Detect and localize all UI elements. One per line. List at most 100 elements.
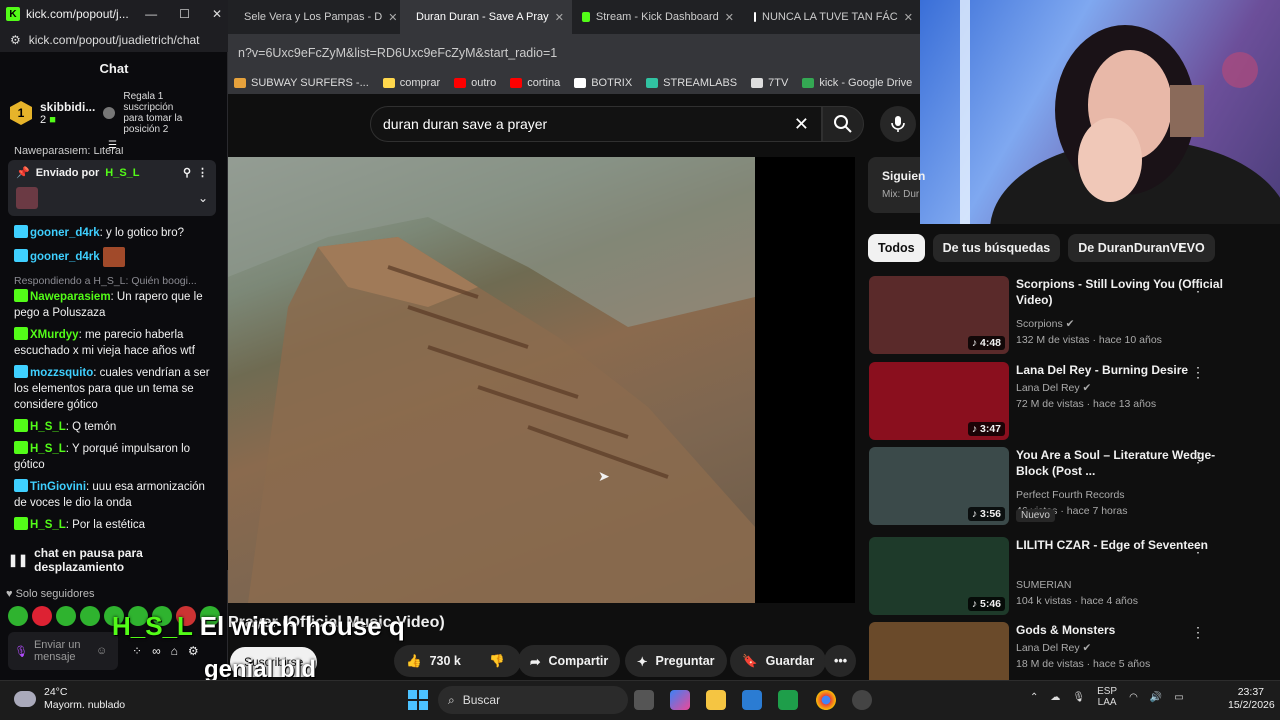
browser-tab[interactable]: NUNCA LA TUVE TAN FÁC ✕ [744,0,916,34]
chat-username[interactable]: Naweparasiem [30,291,111,303]
more-actions-button[interactable]: ••• [824,645,856,677]
video-thumbnail[interactable]: ♪ 5:46 [869,537,1009,615]
address-bar[interactable]: n?v=6Uxc9eFcZyM&list=RD6Uxc9eFcZyM&start… [228,34,920,72]
chat-username[interactable]: H_S_L [30,519,66,531]
chat-message[interactable]: H_S_L: Q temón [14,419,214,435]
chat-message[interactable]: gooner_d4rk [14,247,214,267]
chat-username[interactable]: XMurdyy [30,329,79,341]
maximize-icon[interactable]: ☐ [179,7,190,21]
chat-message[interactable]: mozzsquito: cuales vendrían a ser los el… [14,365,214,413]
chat-message-input[interactable]: 🎙 Enviar un mensaje ☺ [8,632,118,670]
more-options-icon[interactable]: ⋮ [1191,539,1205,556]
chat-message[interactable]: XMurdyy: me parecio haberla escuchado x … [14,327,214,359]
chat-username[interactable]: TinGiovini [30,481,86,493]
dislike-button[interactable]: 👎 [477,645,521,677]
voice-search-button[interactable] [880,106,916,142]
copilot-icon[interactable] [670,690,690,710]
emote-icon[interactable] [80,606,100,626]
browser-tab[interactable]: Duran Duran - Save A Pray ✕ [400,0,572,34]
filter-chip[interactable]: Todos [868,234,925,262]
windows-start-icon[interactable] [408,690,428,710]
weather-widget[interactable]: 24°C Mayorm. nublado [14,686,125,712]
bookmark-item[interactable]: cortina [510,77,560,89]
chat-username[interactable]: mozzsquito [30,367,93,379]
recommended-video[interactable]: ♪ 3:56 You Are a Soul – Literature Wedge-… [869,447,1269,527]
chat-message[interactable]: H_S_L: Por la estética [14,517,214,533]
more-options-icon[interactable]: ⋮ [1191,624,1205,641]
gear-icon[interactable]: ⚙ [188,644,199,658]
unpin-icon[interactable]: ⚲ [183,166,191,179]
close-tab-icon[interactable]: ✕ [555,11,564,24]
video-thumbnail[interactable]: ♪ 3:56 [869,447,1009,525]
chrome-icon[interactable] [816,690,836,710]
channel-name[interactable]: SUMERIAN [1016,579,1071,591]
bookmark-item[interactable]: 7TV [751,77,788,89]
taskbar-search[interactable]: ⌕ Buscar [438,686,628,714]
task-view-icon[interactable] [634,690,654,710]
mic-icon[interactable]: 🎙 [14,645,28,658]
emote-icon[interactable] [56,606,76,626]
filter-chip[interactable]: De DuranDuranVEVO [1068,234,1215,262]
bookmark-item[interactable]: comprar [382,77,440,89]
close-icon[interactable]: ✕ [212,7,222,21]
more-options-icon[interactable]: ⋮ [1191,364,1205,381]
bookmark-item[interactable]: BOTRIX [574,77,632,89]
ask-button[interactable]: ✦ Preguntar [625,645,727,677]
cloud-sync-icon[interactable]: ☁ [1050,692,1060,703]
browser-tab[interactable]: Sele Vera y Los Pampas - D ✕ [228,0,400,34]
gift-leaderboard[interactable]: 1 skibbidi... 2 ■ Regala 1 suscripción p… [0,84,228,142]
chevron-right-icon[interactable]: › [1178,238,1183,256]
channel-name[interactable]: Lana Del Rey ✔ [1016,382,1091,394]
volume-icon[interactable]: 🔊 [1150,692,1162,703]
chat-message[interactable]: gooner_d4rk: y lo gotico bro? [14,225,214,241]
bookmark-item[interactable]: outro [454,77,496,89]
obs-icon[interactable] [852,690,872,710]
recommended-video[interactable]: ♪ 5:46 LILITH CZAR - Edge of Seventeen SUM… [869,537,1269,617]
video-player[interactable] [228,157,755,603]
browser-tab[interactable]: Stream - Kick Dashboard ✕ [572,0,744,34]
video-thumbnail[interactable]: ♪ 4:48 [869,276,1009,354]
chat-paused-banner[interactable]: ❚❚ chat en pausa para desplazamiento [0,546,228,574]
minimize-icon[interactable]: — [145,7,157,21]
mic-icon[interactable]: 🎙 [1072,692,1085,703]
channel-name[interactable]: Lana Del Rey ✔ [1016,642,1091,654]
next-in-playlist-card[interactable]: Siguien Mix: Dur [868,157,925,213]
emote-picker-icon[interactable]: ⁘ [132,644,142,658]
recommended-video[interactable]: ♪ 4:48 Scorpions - Still Loving You (Offi… [869,276,1269,356]
more-options-icon[interactable]: ⋮ [1191,278,1205,295]
chat-message[interactable]: TinGiovini: uuu esa armonización de voce… [14,479,214,511]
chat-username[interactable]: gooner_d4rk [30,251,100,263]
search-input[interactable]: duran duran save a prayer ✕ [370,106,822,142]
chevron-up-icon[interactable]: ⌃ [1030,692,1038,703]
recommended-video[interactable]: ♪ 3:47 Lana Del Rey - Burning Desire Lana … [869,362,1269,442]
chat-url-bar[interactable]: ⚙ kick.com/popout/juadietrich/chat [0,28,228,52]
chat-username[interactable]: gooner_d4rk [30,227,100,239]
bookmark-item[interactable]: kick - Google Drive [802,77,912,89]
more-icon[interactable]: ⋮ [197,166,208,179]
emote-icon[interactable] [8,606,28,626]
language-indicator[interactable]: ESP LAA [1097,686,1117,708]
wifi-icon[interactable]: ◠ [1129,692,1138,703]
filter-chip[interactable]: De tus búsquedas [932,234,1061,262]
save-button[interactable]: 🔖 Guardar [730,645,827,677]
chat-message[interactable]: H_S_L: Y porqué impulsaron lo gótico [14,441,214,473]
more-options-icon[interactable]: ⋮ [1191,449,1205,466]
close-tab-icon[interactable]: ✕ [725,11,734,24]
chat-message-list[interactable]: gooner_d4rk: y lo gotico bro? gooner_d4rk… [0,220,228,550]
bookmark-item[interactable]: SUBWAY SURFERS -... [234,77,369,89]
clear-search-icon[interactable]: ✕ [794,114,809,135]
channel-name[interactable]: Perfect Fourth Records [1016,489,1125,501]
chat-username[interactable]: H_S_L [30,421,66,433]
excel-icon[interactable] [778,690,798,710]
emote-icon[interactable] [32,606,52,626]
emoji-icon[interactable]: ☺ [96,645,107,657]
chevron-down-icon[interactable]: ⌄ [198,191,208,205]
channel-name[interactable]: Scorpions ✔ [1016,318,1074,330]
video-thumbnail[interactable]: ♪ 3:47 [869,362,1009,440]
close-tab-icon[interactable]: ✕ [904,11,913,24]
chat-username[interactable]: H_S_L [30,443,66,455]
link-icon[interactable]: ∞ [152,644,161,658]
search-button[interactable] [822,106,864,142]
chat-message[interactable]: Respondiendo a H_S_L: Quién boogi... Nawe… [14,273,214,321]
battery-icon[interactable]: ▭ [1174,692,1183,703]
